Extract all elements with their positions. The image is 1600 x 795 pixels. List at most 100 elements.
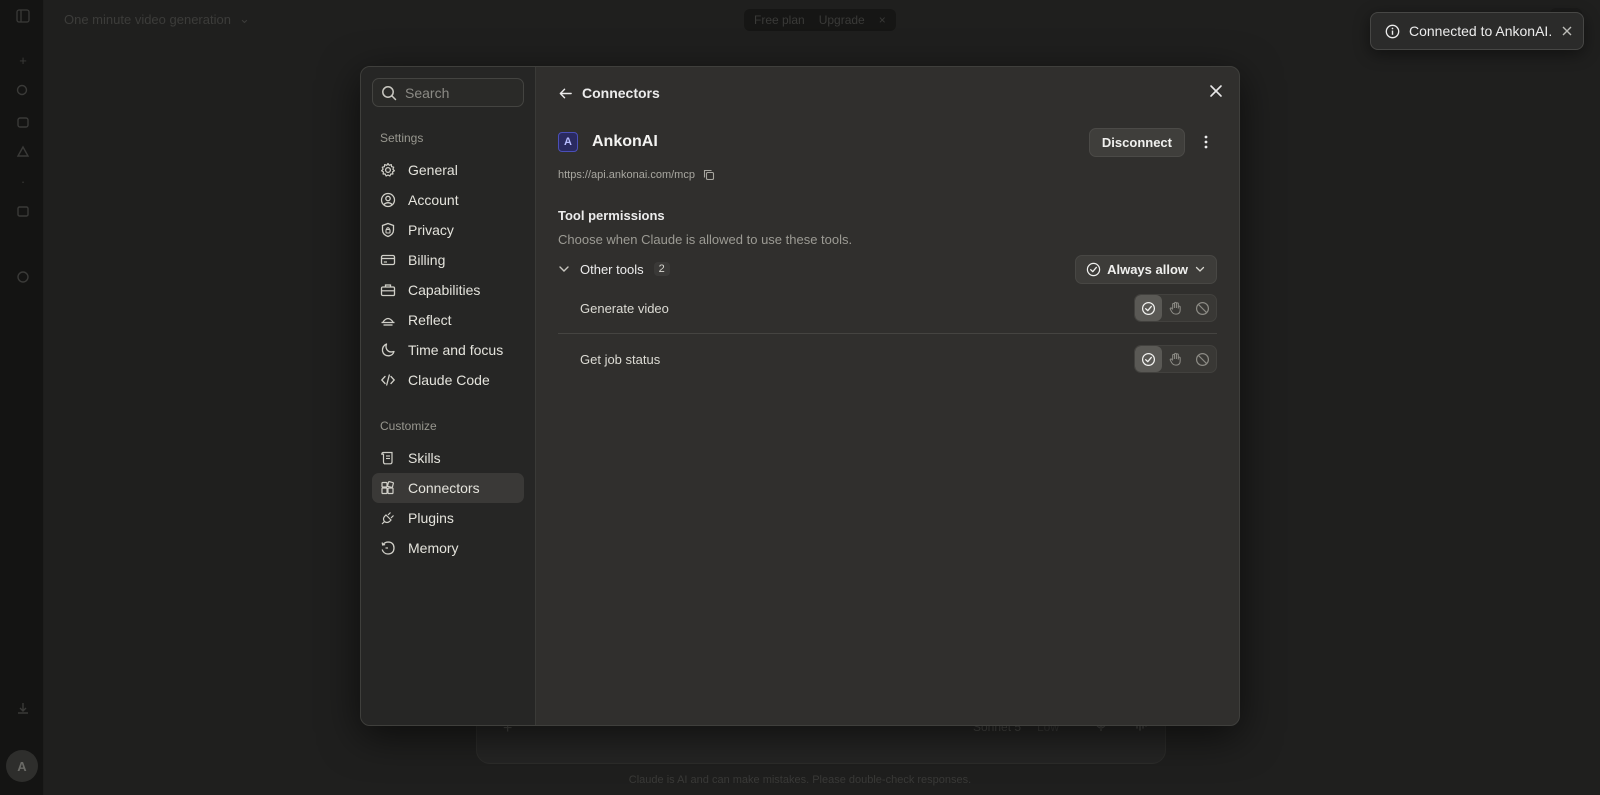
chevron-down-icon: ⌄ xyxy=(238,11,250,26)
tool-name: Get job status xyxy=(580,351,661,367)
sidebar-item-label: Plugins xyxy=(408,510,454,526)
dismiss-icon[interactable]: × xyxy=(879,13,886,27)
ask-option-hand-icon[interactable] xyxy=(1162,295,1189,321)
upgrade-link[interactable]: Upgrade xyxy=(819,13,865,27)
tool-permission-toggle xyxy=(1134,294,1217,322)
sidebar-item-label: Time and focus xyxy=(408,342,504,358)
search-box[interactable] xyxy=(372,78,524,107)
user-circle-icon xyxy=(380,192,396,208)
sidebar-item-skills[interactable]: Skills xyxy=(372,443,524,473)
tool-row-get-job-status: Get job status xyxy=(558,334,1217,384)
connector-url: https://api.ankonai.com/mcp xyxy=(558,169,695,181)
search-icon xyxy=(381,85,397,101)
app-sidebar-rail: + · A xyxy=(0,0,44,795)
tool-permissions-description: Choose when Claude is allowed to use the… xyxy=(558,232,853,247)
sidebar-item-plugins[interactable]: Plugins xyxy=(372,503,524,533)
chat-title[interactable]: One minute video generation ⌄ xyxy=(64,11,250,27)
sidebar-item-label: General xyxy=(408,162,458,178)
block-option-ban-icon[interactable] xyxy=(1189,346,1216,372)
sidebar-item-connectors[interactable]: Connectors xyxy=(372,473,524,503)
connector-name: AnkonAI xyxy=(592,133,658,150)
download-icon[interactable] xyxy=(15,700,31,716)
sidebar-item-billing[interactable]: Billing xyxy=(372,245,524,275)
tool-group-name: Other tools xyxy=(580,261,644,277)
tool-permission-toggle xyxy=(1134,345,1217,373)
sidebar-item-label: Capabilities xyxy=(408,282,481,298)
search-input[interactable] xyxy=(405,84,515,101)
sidebar-item-memory[interactable]: Memory xyxy=(372,533,524,563)
sidebar-item-label: Account xyxy=(408,192,459,208)
chats-icon[interactable] xyxy=(15,83,31,99)
connector-logo: A xyxy=(558,132,578,152)
allow-option-check-circle-icon[interactable] xyxy=(1135,295,1162,321)
settings-modal: Settings General Account Privacy Billing xyxy=(360,66,1240,726)
history-icon xyxy=(380,540,396,556)
disconnect-button[interactable]: Disconnect xyxy=(1088,127,1185,157)
group-permission-dropdown[interactable]: Always allow xyxy=(1075,254,1217,284)
sidebar-item-label: Claude Code xyxy=(408,372,490,388)
toolbox-icon xyxy=(380,282,396,298)
copy-icon[interactable] xyxy=(703,169,715,181)
close-icon[interactable] xyxy=(1209,84,1223,98)
settings-sidebar: Settings General Account Privacy Billing xyxy=(361,67,536,725)
tool-permissions-title: Tool permissions xyxy=(558,208,665,223)
group-permission-label: Always allow xyxy=(1107,261,1188,277)
disclaimer: Claude is AI and can make mistakes. Plea… xyxy=(628,774,972,786)
chevron-down-icon xyxy=(1194,263,1206,275)
connector-detail-panel: Connectors A AnkonAI Disconnect https://… xyxy=(536,67,1239,725)
sidebar-item-time-and-focus[interactable]: Time and focus xyxy=(372,335,524,365)
block-option-ban-icon[interactable] xyxy=(1189,295,1216,321)
settings-heading: Settings xyxy=(380,131,424,145)
divider-dot-icon: · xyxy=(20,173,26,189)
tool-row-generate-video: Generate video xyxy=(558,283,1217,333)
sidebar-item-label: Privacy xyxy=(408,222,454,238)
connector-header: A AnkonAI Disconnect xyxy=(558,127,1217,157)
tool-group-header: Other tools 2 Always allow xyxy=(558,254,1217,284)
toast-message: Connected to AnkonAI. xyxy=(1409,23,1553,39)
sidebar-toggle-icon[interactable] xyxy=(15,8,31,24)
sunrise-icon xyxy=(380,312,396,328)
artifacts-icon[interactable] xyxy=(15,143,31,159)
check-circle-icon xyxy=(1086,262,1101,277)
code-icon xyxy=(380,372,396,388)
sidebar-item-capabilities[interactable]: Capabilities xyxy=(372,275,524,305)
sidebar-item-label: Reflect xyxy=(408,312,452,328)
sidebar-item-label: Billing xyxy=(408,252,446,268)
new-chat-icon[interactable]: + xyxy=(15,52,31,68)
customize-heading: Customize xyxy=(380,419,437,433)
toast-notification: Connected to AnkonAI. xyxy=(1370,12,1584,50)
sidebar-item-reflect[interactable]: Reflect xyxy=(372,305,524,335)
recent-icon[interactable] xyxy=(15,269,31,285)
code-folder-icon[interactable] xyxy=(15,203,31,219)
projects-icon[interactable] xyxy=(15,114,31,130)
sidebar-item-general[interactable]: General xyxy=(372,155,524,185)
sidebar-item-label: Skills xyxy=(408,450,441,466)
sidebar-item-privacy[interactable]: Privacy xyxy=(372,215,524,245)
back-arrow-icon[interactable] xyxy=(558,86,573,101)
info-icon xyxy=(1385,24,1400,39)
ask-option-hand-icon[interactable] xyxy=(1162,346,1189,372)
logo-letter: A xyxy=(564,136,572,148)
close-icon[interactable] xyxy=(1561,25,1573,37)
panel-header: Connectors xyxy=(558,67,1222,119)
more-options-icon[interactable] xyxy=(1195,128,1217,157)
credit-card-icon xyxy=(380,252,396,268)
tool-count-badge: 2 xyxy=(653,262,670,276)
sidebar-item-claude-code[interactable]: Claude Code xyxy=(372,365,524,395)
sidebar-item-label: Memory xyxy=(408,540,459,556)
chevron-down-icon[interactable] xyxy=(558,263,570,275)
sidebar-item-label: Connectors xyxy=(408,480,480,496)
plan-label: Free plan xyxy=(754,13,805,27)
scroll-icon xyxy=(380,450,396,466)
tool-name: Generate video xyxy=(580,300,669,316)
chat-title-text: One minute video generation xyxy=(64,11,231,27)
allow-option-check-circle-icon[interactable] xyxy=(1135,346,1162,372)
shield-lock-icon xyxy=(380,222,396,238)
panel-title: Connectors xyxy=(582,85,660,101)
gear-icon xyxy=(380,162,396,178)
connector-url-row: https://api.ankonai.com/mcp xyxy=(558,169,1217,181)
sidebar-item-account[interactable]: Account xyxy=(372,185,524,215)
connectors-icon xyxy=(380,480,396,496)
plan-banner: Free plan Upgrade × xyxy=(744,9,896,31)
plug-icon xyxy=(380,510,396,526)
